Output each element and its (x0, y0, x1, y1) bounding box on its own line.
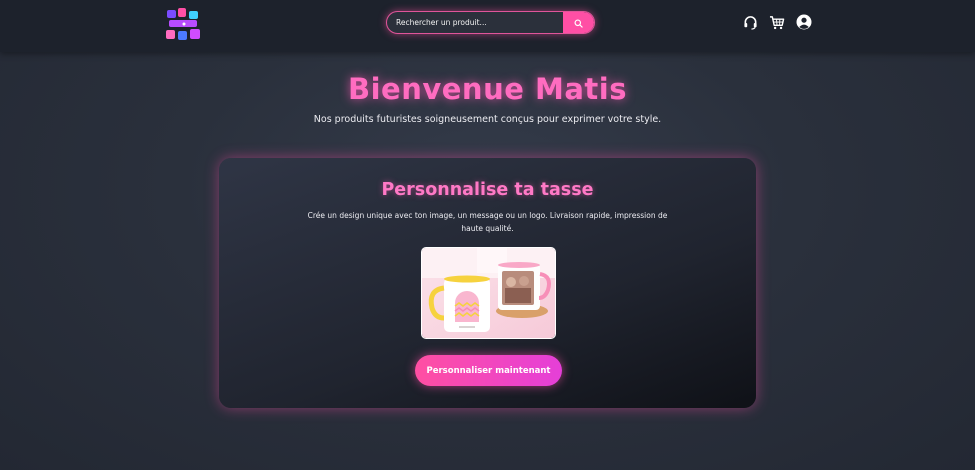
page-title: Bienvenue Matis (348, 72, 627, 106)
customize-mug-card: Personnalise ta tasse Crée un design uni… (219, 158, 756, 408)
user-icon[interactable] (796, 14, 812, 30)
cart-icon[interactable] (769, 14, 785, 30)
navbar (0, 0, 975, 52)
card-description: Crée un design unique avec ton image, un… (307, 211, 668, 233)
search-bar (386, 11, 595, 34)
customize-now-button[interactable]: Personnaliser maintenant (415, 355, 562, 386)
page-subtitle: Nos produits futuristes soigneusement co… (313, 114, 662, 125)
headset-icon[interactable] (742, 14, 758, 30)
mug-photo-icon (421, 247, 556, 339)
search-button[interactable] (563, 12, 594, 33)
mug-shop-logo-icon[interactable] (164, 6, 204, 44)
card-title: Personnalise ta tasse (381, 180, 594, 200)
search-input[interactable] (387, 12, 565, 33)
search-icon (574, 13, 583, 32)
